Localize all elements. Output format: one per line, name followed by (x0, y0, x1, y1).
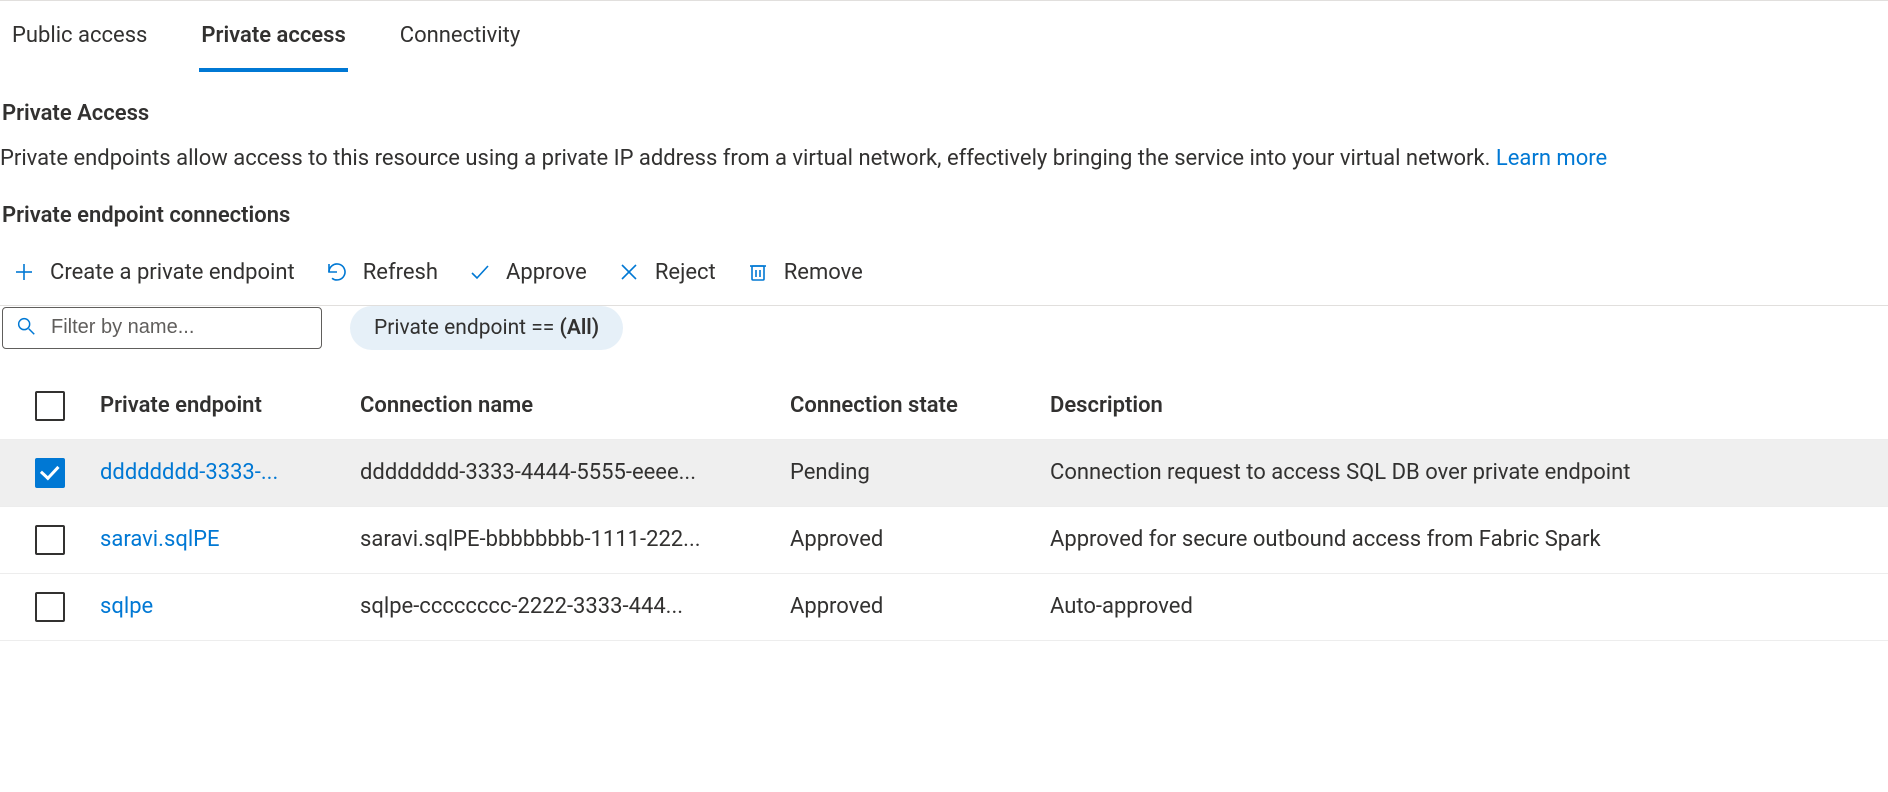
refresh-button[interactable]: Refresh (325, 260, 438, 285)
row-checkbox[interactable] (35, 458, 65, 488)
table-header: Private endpoint Connection name Connect… (0, 372, 1888, 440)
close-icon (617, 260, 641, 284)
connection-state: Pending (790, 460, 1050, 485)
filter-pill-value: (All) (560, 316, 600, 340)
connection-state: Approved (790, 527, 1050, 552)
connection-description: Approved for secure outbound access from… (1050, 527, 1888, 552)
reject-button[interactable]: Reject (617, 260, 716, 285)
remove-label: Remove (784, 260, 863, 285)
refresh-icon (325, 260, 349, 284)
col-description[interactable]: Description (1050, 393, 1888, 418)
connection-name: dddddddd-3333-4444-5555-eeee... (360, 460, 790, 485)
col-connection-name[interactable]: Connection name (360, 393, 790, 418)
reject-label: Reject (655, 260, 716, 285)
table-row[interactable]: saravi.sqlPE saravi.sqlPE-bbbbbbbb-1111-… (0, 507, 1888, 574)
endpoint-link[interactable]: dddddddd-3333-... (100, 460, 360, 485)
connection-state: Approved (790, 594, 1050, 619)
filter-name-search[interactable] (2, 307, 322, 349)
check-icon (468, 260, 492, 284)
trash-icon (746, 260, 770, 284)
table-row[interactable]: dddddddd-3333-... dddddddd-3333-4444-555… (0, 440, 1888, 507)
connection-name: saravi.sqlPE-bbbbbbbb-1111-222... (360, 527, 790, 552)
filter-pill-private-endpoint[interactable]: Private endpoint == (All) (350, 306, 623, 350)
connections-toolbar: Create a private endpoint Refresh Approv… (0, 240, 1888, 306)
private-access-description-text: Private endpoints allow access to this r… (0, 146, 1496, 171)
filter-row: Private endpoint == (All) (0, 306, 1888, 372)
create-private-endpoint-button[interactable]: Create a private endpoint (12, 260, 295, 285)
endpoint-link[interactable]: saravi.sqlPE (100, 527, 360, 552)
connection-name: sqlpe-cccccccc-2222-3333-444... (360, 594, 790, 619)
connection-description: Connection request to access SQL DB over… (1050, 460, 1888, 485)
remove-button[interactable]: Remove (746, 260, 863, 285)
approve-label: Approve (506, 260, 587, 285)
table-row[interactable]: sqlpe sqlpe-cccccccc-2222-3333-444... Ap… (0, 574, 1888, 641)
tab-connectivity[interactable]: Connectivity (398, 23, 523, 72)
approve-button[interactable]: Approve (468, 260, 587, 285)
private-access-description: Private endpoints allow access to this r… (0, 136, 1888, 199)
row-checkbox[interactable] (35, 525, 65, 555)
create-label: Create a private endpoint (50, 260, 295, 285)
connections-heading: Private endpoint connections (0, 199, 1888, 240)
connections-table: Private endpoint Connection name Connect… (0, 372, 1888, 641)
learn-more-link[interactable]: Learn more (1496, 146, 1607, 171)
tab-private-access[interactable]: Private access (199, 23, 347, 72)
col-connection-state[interactable]: Connection state (790, 393, 1050, 418)
connection-description: Auto-approved (1050, 594, 1888, 619)
plus-icon (12, 260, 36, 284)
col-private-endpoint[interactable]: Private endpoint (100, 393, 360, 418)
endpoint-link[interactable]: sqlpe (100, 594, 360, 619)
search-icon (15, 315, 37, 341)
tabs-container: Public access Private access Connectivit… (0, 1, 1888, 73)
row-checkbox[interactable] (35, 592, 65, 622)
filter-pill-prefix: Private endpoint == (374, 316, 560, 340)
private-access-heading: Private Access (0, 73, 1888, 136)
tab-public-access[interactable]: Public access (10, 23, 149, 72)
filter-name-input[interactable] (51, 316, 316, 339)
select-all-checkbox[interactable] (35, 391, 65, 421)
refresh-label: Refresh (363, 260, 438, 285)
